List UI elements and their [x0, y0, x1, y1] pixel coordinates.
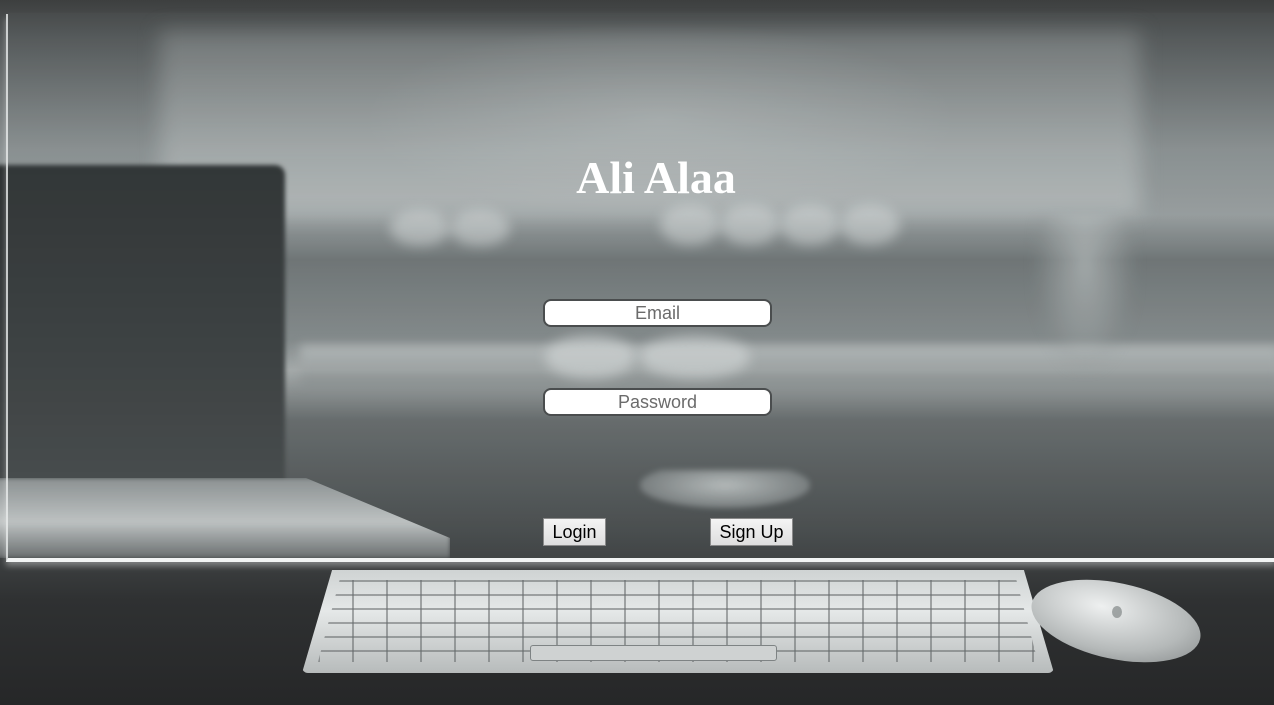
apple-logo-icon	[1112, 606, 1122, 618]
password-field[interactable]	[543, 388, 772, 416]
page-title: Ali Alaa	[576, 152, 736, 203]
desk-photo-background: Ali Alaa Login Sign Up	[0, 0, 1274, 705]
mouse-icon	[1023, 565, 1209, 677]
keyboard-spacebar	[530, 645, 777, 661]
login-panel	[6, 14, 1274, 562]
email-field[interactable]	[543, 299, 772, 327]
sign-up-button[interactable]: Sign Up	[710, 518, 793, 546]
login-button[interactable]: Login	[543, 518, 606, 546]
